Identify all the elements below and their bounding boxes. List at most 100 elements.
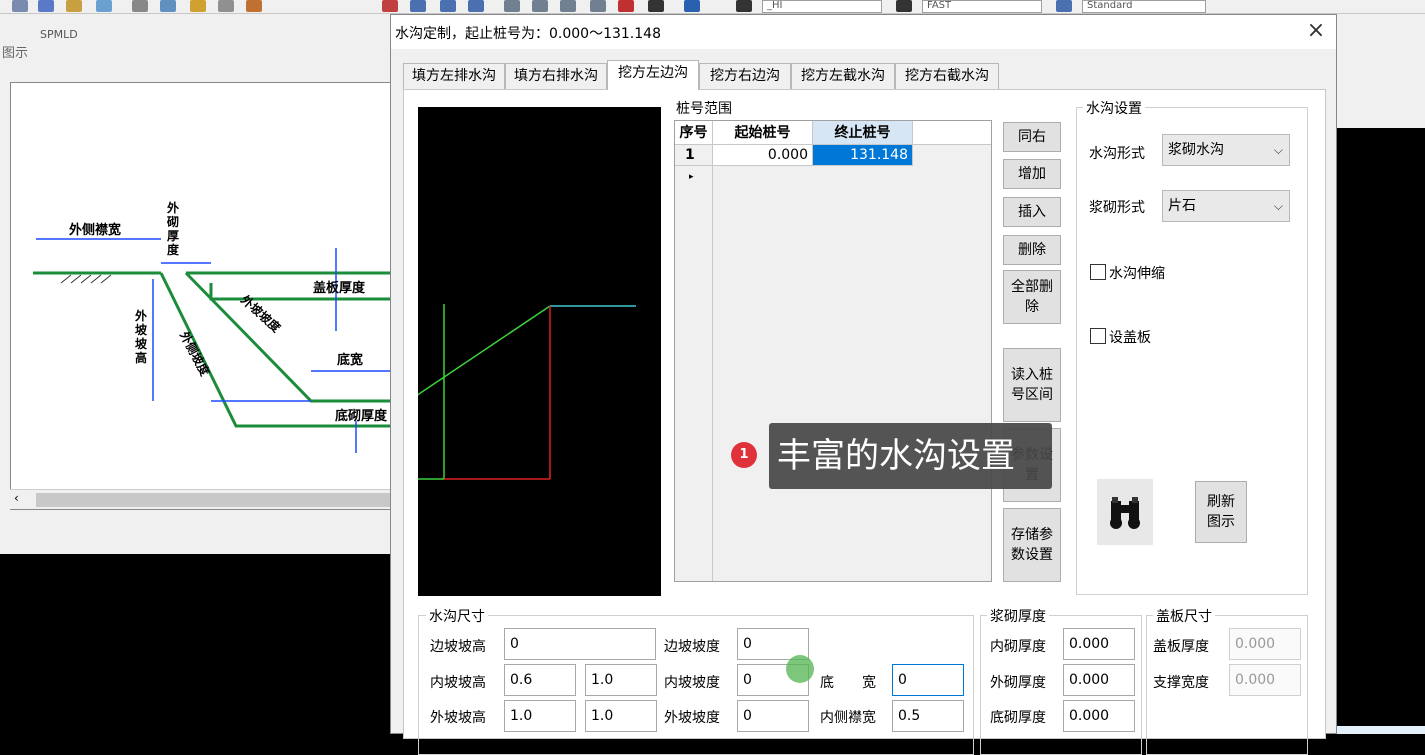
find-binoculars-button[interactable]	[1097, 479, 1153, 545]
toolbar-tool-icon[interactable]	[410, 0, 426, 12]
inner-masonry-input[interactable]: 0.000	[1063, 628, 1135, 660]
ditch-expand-checkbox[interactable]	[1090, 264, 1106, 280]
inner-slope-height-input-a[interactable]: 0.6	[504, 664, 576, 696]
cover-label: 设盖板	[1109, 330, 1151, 346]
toolbar-tool-icon[interactable]	[590, 0, 606, 12]
tree-item[interactable]: SPMLD	[40, 28, 78, 41]
delete-button[interactable]: 删除	[1003, 235, 1061, 265]
toolbar-tool-icon[interactable]	[504, 0, 520, 12]
cover-size-label: 盖板尺寸	[1153, 606, 1215, 626]
side-slope-height-input[interactable]: 0	[504, 628, 656, 660]
grid-header-end[interactable]: 终止桩号	[813, 121, 913, 145]
toolbar-tool-icon[interactable]	[66, 0, 82, 12]
grid-cell-end[interactable]: 131.148	[813, 145, 913, 166]
ditch-settings-label: 水沟设置	[1083, 98, 1145, 118]
background-toolbar: _HI FAST Standard	[0, 0, 1425, 14]
grid-cell-start[interactable]: 0.000	[713, 145, 813, 166]
inner-slope-height-label: 内坡坡高	[430, 675, 486, 691]
mouse-cursor-indicator	[786, 655, 814, 683]
preview-drawing	[418, 304, 636, 480]
scroll-left-icon[interactable]: ‹	[14, 491, 19, 505]
inner-masonry-label: 内砌厚度	[990, 639, 1046, 655]
toolbar-tool-icon[interactable]	[218, 0, 234, 12]
diagram-label-bottom-thickness: 底砌厚度	[335, 409, 388, 424]
toolbar-tool-icon[interactable]	[190, 0, 206, 12]
save-params-button[interactable]: 存储参数设置	[1003, 508, 1061, 582]
inner-berm-input[interactable]: 0.5	[892, 700, 964, 732]
cover-thickness-label: 盖板厚度	[1153, 639, 1209, 655]
outer-slope-height-input-a[interactable]: 1.0	[504, 700, 576, 732]
textstyle-combo[interactable]: FAST	[922, 0, 1042, 13]
tab-cut-left-side-ditch[interactable]: 挖方左边沟	[607, 60, 699, 90]
horizontal-scrollbar[interactable]: ‹	[10, 489, 392, 509]
station-grid[interactable]: 序号 起始桩号 终止桩号 1 ▸ 0.000 131.148	[674, 120, 992, 582]
bottom-masonry-input[interactable]: 0.000	[1063, 700, 1135, 732]
toolbar-tool-icon[interactable]	[560, 0, 576, 12]
ditch-form-value: 浆砌水沟	[1168, 142, 1224, 158]
callout-number-badge: 1	[731, 442, 757, 468]
ditch-dimensions-label: 水沟尺寸	[426, 606, 488, 626]
outer-slope-height-input-b[interactable]: 1.0	[585, 700, 657, 732]
insert-button[interactable]: 插入	[1003, 197, 1061, 227]
background-right-panel	[1336, 14, 1425, 128]
row-pointer-icon: ▸	[689, 172, 694, 182]
read-station-range-button[interactable]: 读入桩号区间	[1003, 348, 1061, 422]
dialog-titlebar: 水沟定制，起止桩号为：0.000～131.148 ×	[391, 15, 1336, 49]
toolbar-tool-icon[interactable]	[896, 0, 912, 12]
toolbar-tool-icon[interactable]	[1056, 0, 1072, 12]
calculator-icon[interactable]	[648, 0, 664, 12]
bottom-masonry-label: 底砌厚度	[990, 710, 1046, 726]
ditch-form-select[interactable]: 浆砌水沟 ⌵	[1162, 134, 1290, 166]
toolbar-tool-icon[interactable]	[468, 0, 484, 12]
refresh-preview-button[interactable]: 刷新图示	[1195, 481, 1247, 543]
callout-caption: 丰富的水沟设置	[769, 423, 1052, 489]
masonry-form-label: 浆砌形式	[1089, 200, 1145, 216]
same-right-button[interactable]: 同右	[1003, 122, 1061, 152]
pen-icon[interactable]	[736, 0, 752, 12]
grid-header-index: 序号	[675, 121, 713, 145]
toolbar-tool-icon[interactable]	[618, 0, 634, 12]
help-icon[interactable]	[684, 0, 700, 12]
support-width-input[interactable]: 0.000	[1229, 664, 1301, 696]
grid-header-start[interactable]: 起始桩号	[713, 121, 813, 145]
toolbar-tool-icon[interactable]	[246, 0, 262, 12]
layer-combo[interactable]: _HI	[762, 0, 882, 13]
tab-fill-left-drain[interactable]: 填方左排水沟	[403, 63, 505, 89]
ditch-preview	[418, 107, 661, 596]
toolbar-tool-icon[interactable]	[440, 0, 456, 12]
side-slope-ratio-label: 边坡坡度	[664, 639, 720, 655]
dimstyle-combo[interactable]: Standard	[1082, 0, 1206, 13]
tab-cut-left-intercept[interactable]: 挖方左截水沟	[791, 63, 895, 89]
tab-cut-right-side-ditch[interactable]: 挖方右边沟	[699, 63, 791, 89]
delete-all-button[interactable]: 全部删除	[1003, 270, 1061, 324]
tab-cut-right-intercept[interactable]: 挖方右截水沟	[895, 63, 999, 89]
toolbar-tool-icon[interactable]	[382, 0, 398, 12]
grid-row-header-column	[675, 121, 713, 581]
inner-berm-label: 内侧襟宽	[820, 710, 876, 726]
cover-checkbox[interactable]	[1090, 328, 1106, 344]
toolbar-tool-icon[interactable]	[96, 0, 112, 12]
scrollbar-thumb[interactable]	[36, 493, 392, 507]
toolbar-tool-icon[interactable]	[160, 0, 176, 12]
toolbar-tool-icon[interactable]	[532, 0, 548, 12]
outer-masonry-label: 外砌厚度	[990, 675, 1046, 691]
diagram-label-outer-slope-height: 外坡坡高	[135, 309, 148, 365]
add-button[interactable]: 增加	[1003, 159, 1061, 189]
tab-fill-right-drain[interactable]: 填方右排水沟	[505, 63, 607, 89]
grid-header-filler	[913, 121, 991, 145]
outer-masonry-input[interactable]: 0.000	[1063, 664, 1135, 696]
chevron-down-icon: ⌵	[1273, 143, 1283, 157]
masonry-form-select[interactable]: 片石 ⌵	[1162, 190, 1290, 222]
ditch-expand-label: 水沟伸缩	[1109, 266, 1165, 282]
close-icon[interactable]: ×	[1302, 19, 1330, 45]
toolbar-tool-icon[interactable]	[12, 0, 28, 12]
inner-slope-height-input-b[interactable]: 1.0	[585, 664, 657, 696]
cover-thickness-input[interactable]: 0.000	[1229, 628, 1301, 660]
toolbar-tool-icon[interactable]	[38, 0, 54, 12]
masonry-thickness-label: 浆砌厚度	[987, 606, 1049, 626]
ditch-diagram	[33, 238, 391, 453]
bottom-width-input[interactable]: 0	[892, 664, 964, 696]
toolbar-tool-icon[interactable]	[132, 0, 148, 12]
side-slope-height-label: 边坡坡高	[430, 639, 486, 655]
outer-slope-ratio-input[interactable]: 0	[737, 700, 809, 732]
